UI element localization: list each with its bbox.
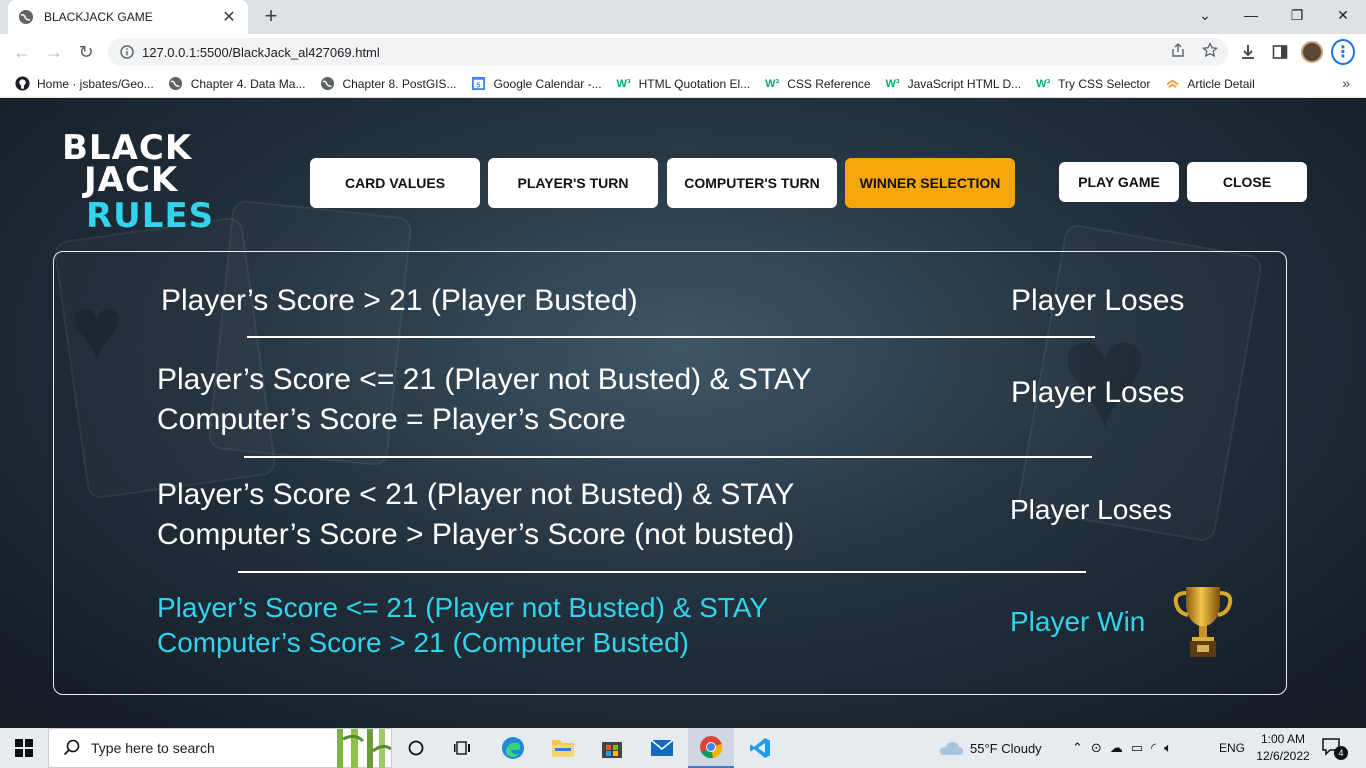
computers-turn-button[interactable]: COMPUTER'S TURN — [667, 158, 837, 208]
url-text: 127.0.0.1:5500/BlackJack_al427069.html — [142, 44, 380, 60]
window-close-icon[interactable]: ✕ — [1320, 0, 1366, 30]
browser-toolbar: ← → ↻ 127.0.0.1:5500/BlackJack_al427069.… — [0, 34, 1366, 70]
players-turn-button[interactable]: PLAYER'S TURN — [488, 158, 658, 208]
w3schools-icon: W³ — [1036, 77, 1051, 90]
rule-1-result: Player Loses — [1011, 284, 1185, 317]
play-game-button[interactable]: PLAY GAME — [1059, 162, 1179, 202]
bookmark-item[interactable]: Chapter 8. PostGIS... — [319, 76, 457, 92]
bookmark-item[interactable]: W³ CSS Reference — [764, 76, 870, 92]
bookmarks-overflow-icon[interactable]: » — [1342, 75, 1350, 91]
bookmarks-bar: Home · jsbates/Geo... Chapter 4. Data Ma… — [0, 70, 1366, 98]
info-icon[interactable] — [120, 45, 134, 59]
clock-time: 1:00 AM — [1260, 732, 1306, 746]
globe-icon — [319, 76, 335, 92]
windows-logo-icon — [15, 739, 33, 757]
rule-4-condition: Player’s Score <= 21 (Player not Busted)… — [157, 592, 769, 658]
bookmark-star-icon[interactable] — [1202, 42, 1218, 58]
card-values-button[interactable]: CARD VALUES — [310, 158, 480, 208]
profile-avatar[interactable] — [1300, 40, 1324, 64]
back-icon[interactable]: ← — [10, 40, 34, 64]
logo-line-jack: JACK — [84, 160, 179, 200]
system-tray: ⌃ ⊙ ☁ ▭ ◜ 🔈︎ — [1072, 728, 1172, 768]
w3schools-icon: W³ — [885, 77, 900, 90]
notification-center-icon[interactable]: 4 — [1322, 738, 1348, 760]
rule-2-result: Player Loses — [1011, 376, 1185, 409]
language-indicator[interactable]: ENG — [1219, 728, 1245, 768]
download-icon[interactable] — [1236, 40, 1260, 64]
start-button[interactable] — [0, 728, 48, 768]
bookmark-item[interactable]: Home · jsbates/Geo... — [14, 76, 154, 92]
battery-icon[interactable]: ▭ — [1131, 740, 1143, 756]
store-icon[interactable] — [589, 728, 635, 768]
bookmark-item[interactable]: W³ HTML Quotation El... — [616, 76, 751, 92]
w3schools-icon: W³ — [616, 77, 631, 90]
bookmark-item[interactable]: 5 Google Calendar -... — [471, 76, 602, 92]
tab-title: BLACKJACK GAME — [44, 10, 153, 24]
tab-strip: BLACKJACK GAME ✕ + ⌄ — ❐ ✕ — [0, 0, 1366, 34]
rule-divider — [244, 456, 1092, 458]
bookmark-item[interactable]: Article Detail — [1164, 76, 1255, 92]
rule-2-condition: Player’s Score <= 21 (Player not Busted)… — [157, 363, 812, 436]
menu-icon[interactable]: ⋮ — [1331, 39, 1355, 65]
windows-taskbar: Type here to search 55°F Cloudy ⌃ ⊙ ☁ ▭ … — [0, 728, 1366, 768]
article-icon — [1164, 76, 1180, 92]
calendar-icon: 5 — [471, 76, 487, 92]
browser-tab[interactable]: BLACKJACK GAME ✕ — [8, 0, 248, 34]
minimize-icon[interactable]: — — [1228, 0, 1274, 30]
address-bar[interactable]: 127.0.0.1:5500/BlackJack_al427069.html — [108, 38, 1228, 66]
rule-divider — [238, 571, 1086, 573]
rule-3-condition: Player’s Score < 21 (Player not Busted) … — [157, 478, 795, 551]
rule-1-condition: Player’s Score > 21 (Player Busted) — [161, 284, 638, 317]
search-icon — [63, 739, 80, 756]
task-view-icon[interactable] — [440, 728, 486, 768]
file-explorer-icon[interactable] — [540, 728, 586, 768]
github-icon — [14, 76, 30, 92]
globe-icon — [168, 76, 184, 92]
clock-date: 12/6/2022 — [1256, 749, 1310, 763]
bamboo-illustration — [337, 729, 391, 768]
share-icon[interactable] — [1170, 42, 1186, 58]
close-button[interactable]: CLOSE — [1187, 162, 1307, 202]
cortana-icon[interactable] — [393, 728, 439, 768]
weather-widget[interactable]: 55°F Cloudy — [938, 728, 1042, 768]
svg-text:5: 5 — [476, 80, 480, 89]
rule-3-result: Player Loses — [1010, 494, 1172, 525]
bookmark-item[interactable]: Chapter 4. Data Ma... — [168, 76, 305, 92]
meet-now-icon[interactable]: ⊙ — [1091, 740, 1102, 756]
winner-selection-button[interactable]: WINNER SELECTION — [845, 158, 1015, 208]
show-hidden-icons-icon[interactable]: ⌃ — [1072, 740, 1083, 756]
globe-icon — [19, 10, 33, 24]
cloud-icon — [940, 742, 963, 755]
volume-icon[interactable]: 🔈︎ — [1164, 740, 1172, 756]
bookmark-item[interactable]: W³ JavaScript HTML D... — [885, 76, 1022, 92]
wifi-icon[interactable]: ◜ — [1151, 740, 1156, 756]
tab-search-icon[interactable]: ⌄ — [1182, 0, 1228, 30]
search-placeholder: Type here to search — [91, 740, 215, 756]
onedrive-icon[interactable]: ☁ — [1110, 740, 1123, 756]
blackjack-rules-logo: BLACK JACK RULES — [62, 131, 215, 236]
taskbar-search[interactable]: Type here to search — [48, 728, 392, 768]
chrome-icon[interactable] — [688, 728, 734, 768]
restore-icon[interactable]: ❐ — [1274, 0, 1320, 30]
new-tab-icon[interactable]: + — [258, 4, 284, 30]
edge-icon[interactable] — [490, 728, 536, 768]
rule-4-result: Player Win — [1010, 606, 1146, 637]
trophy-icon — [1173, 587, 1233, 657]
mail-icon[interactable] — [639, 728, 685, 768]
w3schools-icon: W³ — [765, 77, 780, 90]
taskbar-clock[interactable]: 1:00 AM 12/6/2022 — [1252, 731, 1314, 765]
forward-icon[interactable]: → — [42, 40, 66, 64]
side-panel-icon[interactable] — [1268, 40, 1292, 64]
window-controls: ⌄ — ❐ ✕ — [1182, 0, 1366, 30]
weather-text: 55°F Cloudy — [970, 740, 1042, 756]
logo-line-rules: RULES — [86, 196, 215, 236]
reload-icon[interactable]: ↻ — [74, 40, 98, 64]
blackjack-page: ♥ ♥ BLACK JACK RULES CARD VALUES PLAYER'… — [0, 98, 1366, 728]
notification-count: 4 — [1334, 746, 1348, 760]
tab-close-icon[interactable]: ✕ — [220, 7, 238, 27]
bookmark-item[interactable]: W³ Try CSS Selector — [1035, 76, 1150, 92]
vscode-icon[interactable] — [737, 728, 783, 768]
rule-divider — [247, 336, 1095, 338]
